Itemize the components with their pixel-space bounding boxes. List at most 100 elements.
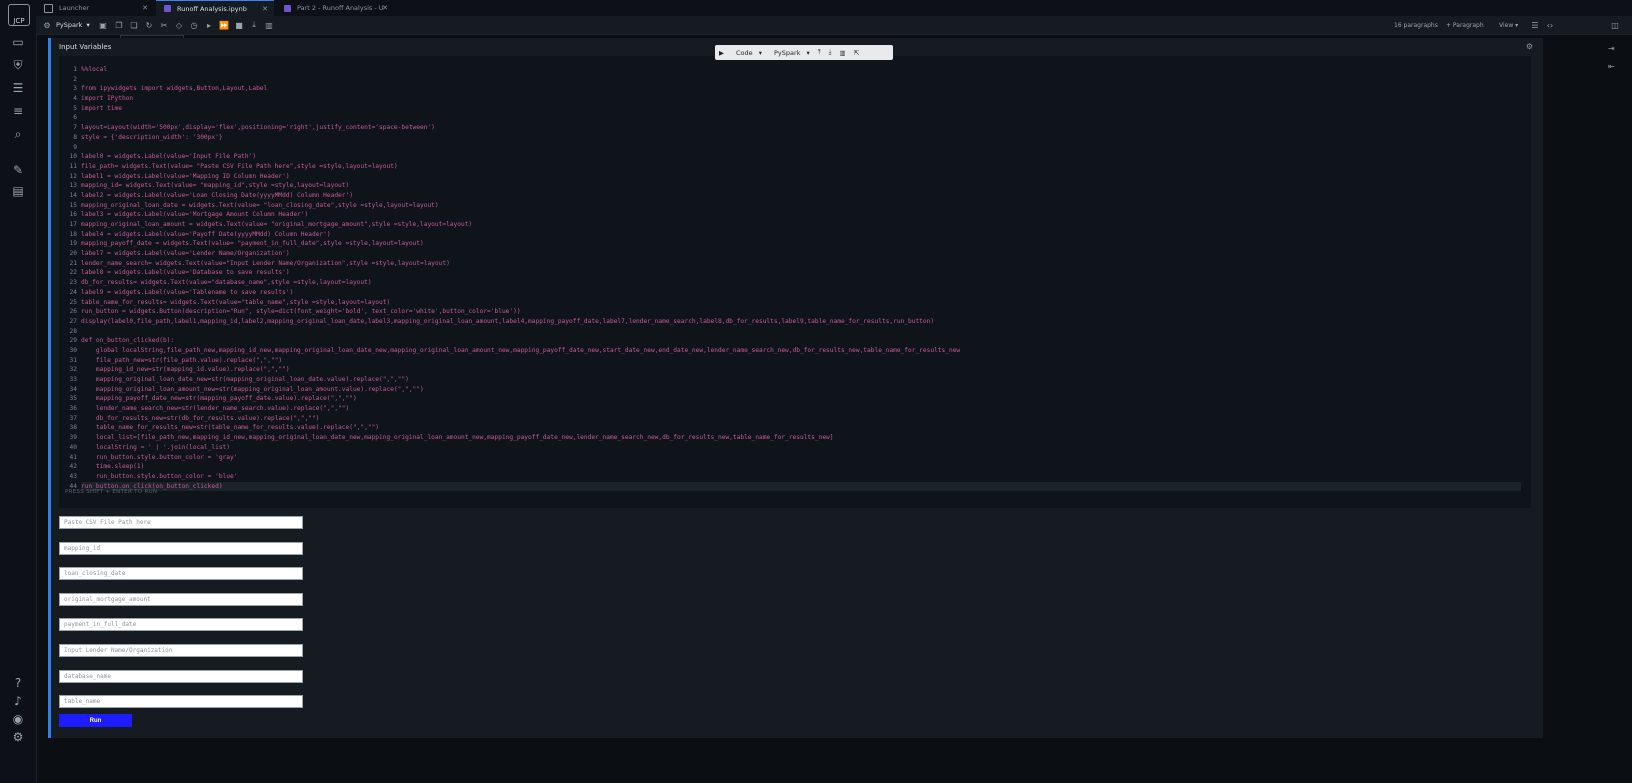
- widget-text-input[interactable]: [59, 541, 303, 555]
- code-line[interactable]: [81, 327, 1521, 337]
- help-icon[interactable]: ?: [10, 675, 26, 691]
- paste-icon[interactable]: ❏: [129, 19, 139, 31]
- code-line[interactable]: mapping_payoff_date = widgets.Text(value…: [81, 239, 1521, 249]
- code-line[interactable]: table_name_for_results_new=str(table_nam…: [81, 423, 1521, 433]
- code-line[interactable]: layout=Layout(width='500px',display='fle…: [81, 123, 1521, 133]
- tab-runoff-analysis[interactable]: Runoff Analysis.ipynb ✕: [156, 0, 274, 16]
- code-line[interactable]: [81, 113, 1521, 123]
- code-line[interactable]: %%local: [81, 65, 1521, 75]
- code-line[interactable]: run_button.on_click(on_button_clicked): [81, 481, 1521, 492]
- code-line[interactable]: db_for_results_new=str(db_for_results.va…: [81, 414, 1521, 424]
- widget-text-input[interactable]: [59, 669, 303, 683]
- code-line[interactable]: [81, 75, 1521, 85]
- code-line[interactable]: [81, 143, 1521, 153]
- close-icon[interactable]: ✕: [382, 4, 388, 12]
- widget-text-input[interactable]: [59, 643, 303, 657]
- sidebar-toggle-icon[interactable]: ◫: [1610, 19, 1620, 31]
- cell-settings-icon[interactable]: ⚙: [1526, 42, 1533, 51]
- code-line[interactable]: label7 = widgets.Label(value='Lender Nam…: [81, 249, 1521, 259]
- shield-icon[interactable]: ⛨: [10, 57, 26, 73]
- bell-icon[interactable]: ♪: [10, 693, 26, 709]
- code-line[interactable]: mapping_id_new=str(mapping_id.value).rep…: [81, 365, 1521, 375]
- move-up-icon[interactable]: ⤒: [814, 48, 825, 57]
- code-line[interactable]: def on_button_clicked(b):: [81, 336, 1521, 346]
- save-icon[interactable]: ▣: [98, 19, 108, 31]
- widget-text-input[interactable]: [59, 695, 303, 709]
- code-line[interactable]: mapping_original_loan_amount_new=str(map…: [81, 385, 1521, 395]
- code-line[interactable]: label0 = widgets.Label(value='Input File…: [81, 152, 1521, 162]
- code-lines[interactable]: %%local from ipywidgets import widgets,Bu…: [81, 65, 1521, 492]
- diamond-icon[interactable]: ◇: [174, 19, 184, 31]
- cell-language-selector[interactable]: PySpark ▾: [766, 49, 814, 57]
- stop-icon[interactable]: ■: [234, 19, 244, 31]
- code-line[interactable]: label1 = widgets.Label(value='Mapping ID…: [81, 172, 1521, 182]
- code-line[interactable]: mapping_id= widgets.Text(value= "mapping…: [81, 181, 1521, 191]
- code-line[interactable]: label8 = widgets.Label(value='Database t…: [81, 268, 1521, 278]
- code-line[interactable]: mapping_original_loan_amount = widgets.T…: [81, 220, 1521, 230]
- widget-text-input[interactable]: [59, 618, 303, 632]
- download-icon[interactable]: ⤓: [249, 19, 259, 31]
- kernel-selector[interactable]: PySpark ▾: [56, 19, 90, 31]
- gear-icon[interactable]: ⚙: [10, 729, 26, 745]
- code-line[interactable]: lender_name_search= widgets.Text(value="…: [81, 259, 1521, 269]
- code-line[interactable]: global localString,file_path_new,mapping…: [81, 346, 1521, 356]
- document-icon[interactable]: ▤: [10, 183, 26, 199]
- move-down-icon[interactable]: ⤓: [825, 48, 836, 57]
- code-line[interactable]: mapping_payoff_date_new=str(mapping_payo…: [81, 394, 1521, 404]
- list-view-icon[interactable]: ☰: [1530, 19, 1540, 31]
- code-line[interactable]: mapping_original_loan_date = widgets.Tex…: [81, 201, 1521, 211]
- code-icon[interactable]: ‹›: [1545, 19, 1555, 31]
- notebook-cell[interactable]: Input Variables ⚙ 1 2 3 4 5 6 7 8 9 10 11 12 13 14 15 1…: [48, 38, 1543, 738]
- folder-icon[interactable]: ▭: [10, 34, 26, 50]
- code-line[interactable]: table_name_for_results= widgets.Text(val…: [81, 298, 1521, 308]
- restart-icon[interactable]: ↻: [144, 19, 154, 31]
- widget-text-input[interactable]: [59, 567, 303, 581]
- code-line[interactable]: from ipywidgets import widgets,Button,La…: [81, 84, 1521, 94]
- code-line[interactable]: run_button.style.button_color = 'blue': [81, 472, 1521, 482]
- expand-icon[interactable]: ⇤: [1608, 62, 1615, 71]
- list-icon[interactable]: ≡: [10, 103, 26, 119]
- settings-list-icon[interactable]: ☰: [10, 80, 26, 96]
- code-line[interactable]: label2 = widgets.Label(value='Loan Closi…: [81, 191, 1521, 201]
- view-menu[interactable]: View ▾: [1499, 19, 1518, 31]
- copy-icon[interactable]: ❐: [114, 19, 124, 31]
- code-line[interactable]: lender_name_search_new=str(lender_name_s…: [81, 404, 1521, 414]
- widget-text-input[interactable]: [59, 516, 303, 529]
- cell-type-selector[interactable]: Code ▾: [728, 49, 766, 57]
- delete-cell-icon[interactable]: ▥: [836, 49, 850, 57]
- expand-icon[interactable]: ⇱: [850, 49, 863, 57]
- code-line[interactable]: run_button = widgets.Button(description=…: [81, 307, 1521, 317]
- trash-icon[interactable]: ▥: [264, 19, 274, 31]
- code-line[interactable]: time.sleep(1): [81, 462, 1521, 472]
- code-line[interactable]: local_list=[file_path_new,mapping_id_new…: [81, 433, 1521, 443]
- code-line[interactable]: label4 = widgets.Label(value='Payoff Dat…: [81, 230, 1521, 240]
- run-cell-icon[interactable]: ▶: [715, 49, 728, 57]
- run-all-icon[interactable]: ⏩: [219, 19, 229, 31]
- app-logo[interactable]: JCP: [8, 4, 30, 26]
- tab-part-2[interactable]: Part 2 - Runoff Analysis - U ✕: [276, 0, 394, 16]
- edit-icon[interactable]: ✎: [10, 162, 26, 178]
- search-icon[interactable]: ⌕: [10, 126, 26, 142]
- user-icon[interactable]: ◉: [10, 711, 26, 727]
- code-line[interactable]: label9 = widgets.Label(value='Tablename …: [81, 288, 1521, 298]
- code-line[interactable]: mapping_original_loan_date_new=str(mappi…: [81, 375, 1521, 385]
- clock-icon[interactable]: ◷: [189, 19, 199, 31]
- run-button[interactable]: Run: [59, 714, 132, 727]
- code-line[interactable]: style = {'description_width': '300px'}: [81, 133, 1521, 143]
- code-line[interactable]: file_path= widgets.Text(value= "Paste CS…: [81, 162, 1521, 172]
- code-line[interactable]: import IPython: [81, 94, 1521, 104]
- code-line[interactable]: label3 = widgets.Label(value='Mortgage A…: [81, 210, 1521, 220]
- gear-icon[interactable]: ⚙: [42, 19, 52, 31]
- widget-text-input[interactable]: [59, 592, 303, 606]
- code-line[interactable]: display(label0,file_path,label1,mapping_…: [81, 317, 1521, 327]
- cut-icon[interactable]: ✂: [159, 19, 169, 31]
- code-line[interactable]: run_button.style.button_color = 'gray': [81, 453, 1521, 463]
- run-icon[interactable]: ▸: [204, 19, 214, 31]
- add-paragraph-button[interactable]: + Paragraph: [1446, 19, 1484, 31]
- code-line[interactable]: db_for_results= widgets.Text(value="data…: [81, 278, 1521, 288]
- collapse-icon[interactable]: ⇥: [1608, 44, 1615, 53]
- close-icon[interactable]: ✕: [262, 5, 268, 13]
- code-line[interactable]: localString = ' | '.join(local_list): [81, 443, 1521, 453]
- code-line[interactable]: import time: [81, 104, 1521, 114]
- close-icon[interactable]: ✕: [142, 4, 148, 12]
